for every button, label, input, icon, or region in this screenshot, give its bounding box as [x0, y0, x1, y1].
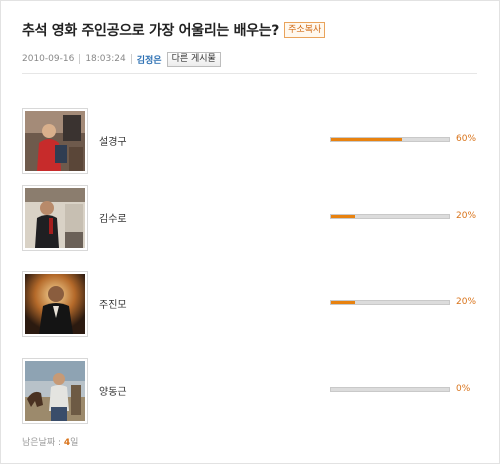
option-percent: 20% — [456, 211, 477, 221]
result-bar-fill — [331, 138, 402, 141]
poll-option[interactable]: 김수로 20% — [22, 185, 480, 251]
actor-photo-frame — [22, 271, 88, 337]
meta-divider — [79, 54, 81, 64]
option-name: 양동근 — [99, 387, 127, 398]
poll-option[interactable]: 설경구 60% — [22, 108, 480, 174]
post-date: 2010-09-16 — [22, 54, 75, 64]
actor-photo-frame — [22, 108, 88, 174]
option-percent: 60% — [456, 134, 477, 144]
option-name: 주진모 — [99, 300, 127, 311]
poll-option[interactable]: 주진모 20% — [22, 271, 480, 337]
author-link[interactable]: 김정은 — [137, 53, 162, 66]
option-name: 설경구 — [99, 137, 127, 148]
result-bar — [330, 300, 450, 305]
actor-photo-frame — [22, 185, 88, 251]
other-posts-button[interactable]: 다른 게시물 — [166, 51, 221, 67]
option-percent: 0% — [456, 384, 471, 394]
poll-meta: 2010-09-16 18:03:24 김정은 다른 게시물 — [22, 51, 221, 67]
remaining-days: 남은날짜 : 4일 — [22, 435, 78, 448]
result-bar-fill — [331, 215, 355, 218]
actor-photo-frame — [22, 358, 88, 424]
meta-divider — [130, 54, 132, 64]
remaining-label: 남은날짜 : — [22, 438, 62, 448]
header-divider — [22, 73, 477, 74]
result-bar-fill — [331, 301, 355, 304]
post-time: 18:03:24 — [85, 54, 126, 64]
option-percent: 20% — [456, 297, 477, 307]
actor-photo-icon — [25, 188, 85, 248]
poll-header: 추석 영화 주인공으로 가장 어울리는 배우는? 주소복사 — [22, 20, 326, 40]
poll-option[interactable]: 양동근 0% — [22, 358, 480, 424]
result-bar — [330, 387, 450, 392]
result-bar — [330, 214, 450, 219]
option-name: 김수로 — [99, 214, 127, 225]
poll-card: 추석 영화 주인공으로 가장 어울리는 배우는? 주소복사 2010-09-16… — [0, 0, 500, 464]
actor-photo-icon — [25, 274, 85, 334]
copy-address-button[interactable]: 주소복사 — [284, 22, 326, 38]
actor-photo-icon — [25, 111, 85, 171]
poll-title: 추석 영화 주인공으로 가장 어울리는 배우는? — [22, 23, 280, 39]
result-bar — [330, 137, 450, 142]
remaining-unit: 일 — [70, 438, 79, 448]
actor-photo-icon — [25, 361, 85, 421]
